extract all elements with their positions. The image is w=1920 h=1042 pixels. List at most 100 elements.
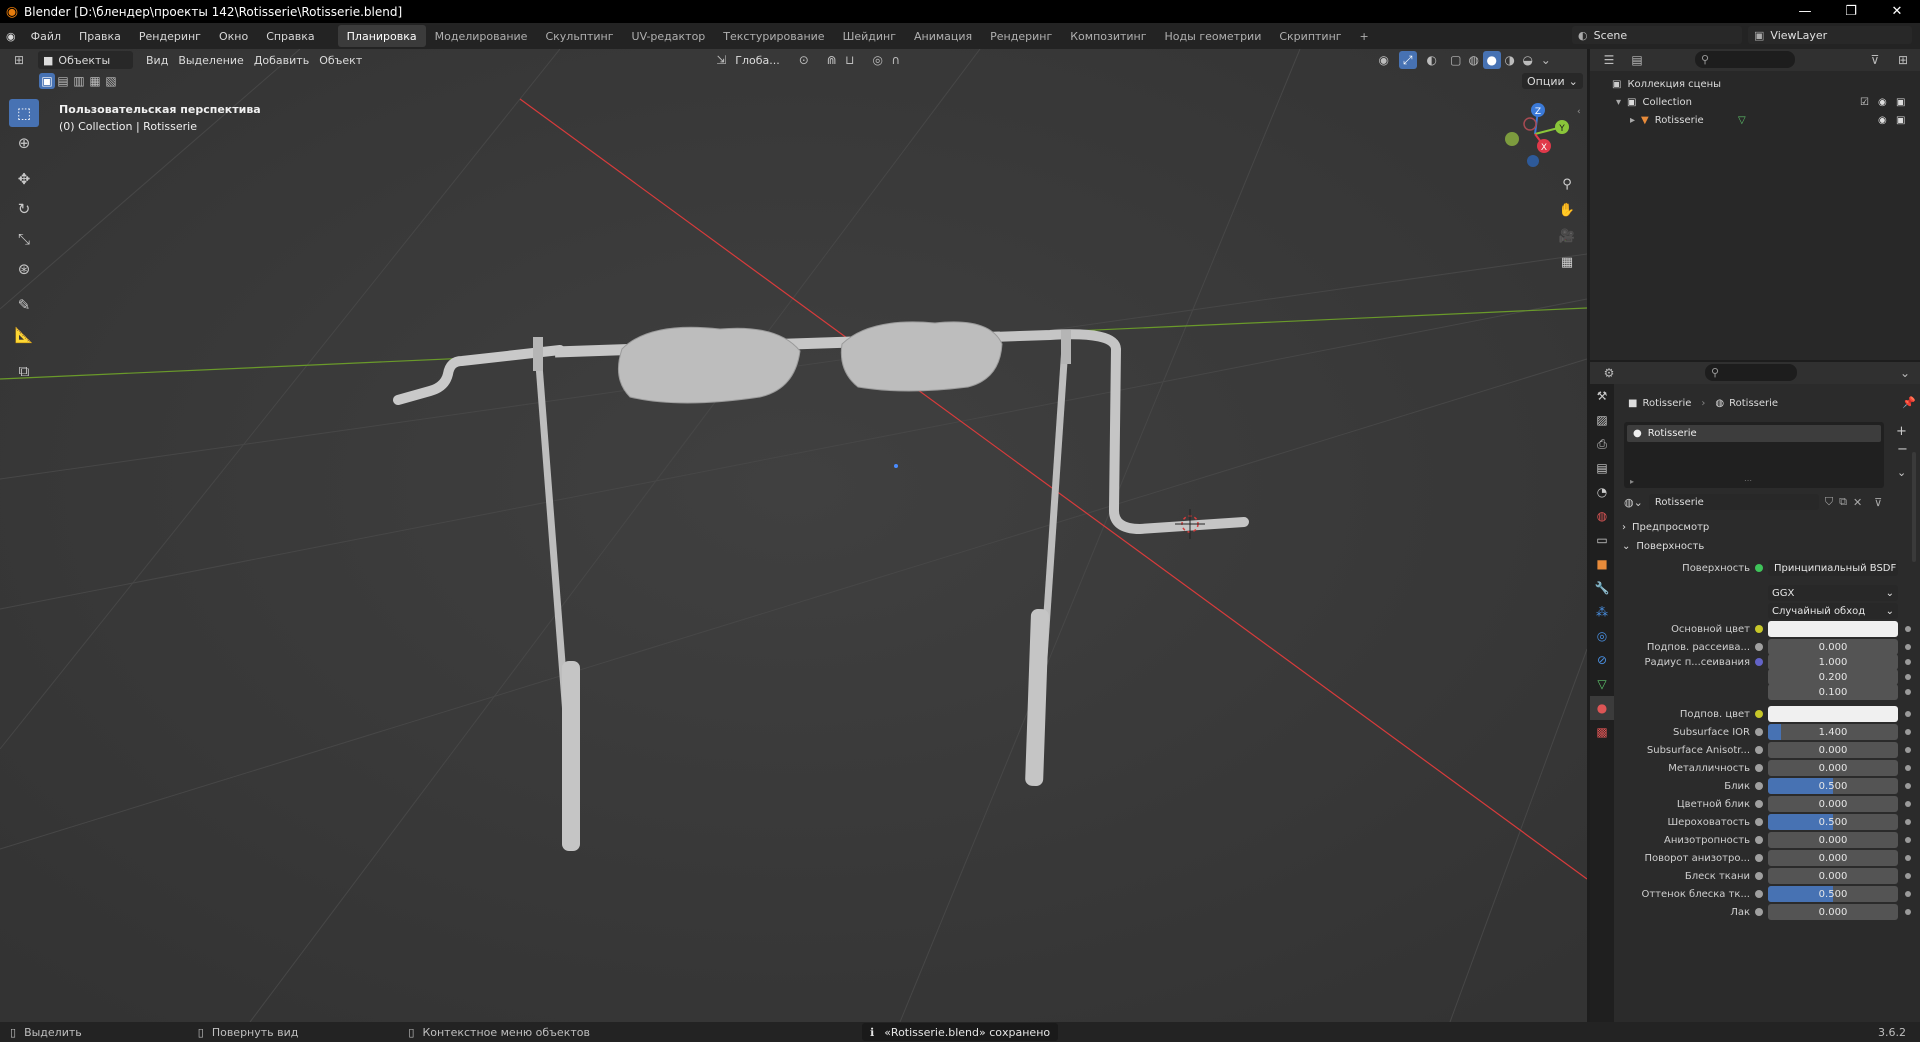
- material-slot-list[interactable]: ● Rotisserie ▸ ⋯: [1624, 422, 1884, 488]
- new-collection-icon[interactable]: ⊞: [1894, 51, 1912, 69]
- keyframe-dot-icon[interactable]: [1905, 689, 1911, 695]
- input-socket-icon[interactable]: [1755, 643, 1763, 651]
- expand-arrow-icon[interactable]: ▸: [1630, 115, 1635, 126]
- constraints-tab-icon[interactable]: ⊘: [1590, 648, 1614, 672]
- pan-hand-icon[interactable]: ✋: [1556, 199, 1578, 221]
- keyframe-dot-icon[interactable]: [1905, 711, 1911, 717]
- editor-type-icon[interactable]: ⊞: [10, 51, 28, 69]
- output-tab-icon[interactable]: ⎙: [1590, 432, 1614, 456]
- xray-toggle-icon[interactable]: ▢: [1447, 51, 1465, 69]
- keyframe-dot-icon[interactable]: [1905, 644, 1911, 650]
- input-socket-icon[interactable]: [1755, 728, 1763, 736]
- number-field[interactable]: 1.400: [1768, 724, 1898, 740]
- workspace-tab[interactable]: Скриптинг: [1270, 25, 1350, 47]
- perspective-toggle-icon[interactable]: ▦: [1556, 251, 1578, 273]
- camera-view-icon[interactable]: 🎥: [1556, 225, 1578, 247]
- keyframe-dot-icon[interactable]: [1905, 891, 1911, 897]
- view-layer-selector[interactable]: ▣ ViewLayer: [1748, 26, 1912, 44]
- input-socket-icon[interactable]: [1755, 800, 1763, 808]
- material-shading-icon[interactable]: ◑: [1501, 51, 1519, 69]
- keyframe-dot-icon[interactable]: [1905, 626, 1911, 632]
- menu-view[interactable]: Вид: [141, 51, 173, 69]
- number-field[interactable]: 0.000: [1768, 904, 1898, 920]
- keyframe-dot-icon[interactable]: [1905, 801, 1911, 807]
- input-socket-icon[interactable]: [1755, 746, 1763, 754]
- material-name-field[interactable]: Rotisserie: [1648, 494, 1819, 510]
- keyframe-dot-icon[interactable]: [1905, 819, 1911, 825]
- display-mode-icon[interactable]: ▤: [1628, 51, 1646, 69]
- number-field[interactable]: 0.000: [1768, 832, 1898, 848]
- transform-orientation-selector[interactable]: Глоба...: [730, 51, 784, 69]
- keyframe-dot-icon[interactable]: [1905, 729, 1911, 735]
- falloff-icon[interactable]: ∩: [887, 51, 905, 69]
- keyframe-dot-icon[interactable]: [1905, 659, 1911, 665]
- view-layer-tab-icon[interactable]: ▤: [1590, 456, 1614, 480]
- annotate-tool-icon[interactable]: ✎: [9, 291, 39, 319]
- minimize-button[interactable]: —: [1782, 0, 1828, 23]
- input-socket-icon[interactable]: [1755, 782, 1763, 790]
- scene-selector[interactable]: ◐ Scene: [1572, 26, 1742, 44]
- gizmo-neg-z-icon[interactable]: [1527, 155, 1539, 167]
- expand-arrow-icon[interactable]: ▾: [1616, 97, 1621, 108]
- properties-scrollbar[interactable]: [1912, 452, 1916, 562]
- input-socket-icon[interactable]: [1755, 658, 1763, 666]
- workspace-tab[interactable]: Анимация: [905, 25, 981, 47]
- modifiers-tab-icon[interactable]: 🔧: [1590, 576, 1614, 600]
- gizmo-toggle-icon[interactable]: ⤢: [1398, 51, 1417, 69]
- workspace-tab[interactable]: Скульптинг: [536, 25, 622, 47]
- workspace-tab[interactable]: Рендеринг: [981, 25, 1061, 47]
- gizmo-neg-y-icon[interactable]: [1505, 132, 1519, 146]
- physics-tab-icon[interactable]: ◎: [1590, 624, 1614, 648]
- select-intersect-icon[interactable]: ▧: [103, 73, 119, 89]
- snap-target-icon[interactable]: ⊔: [841, 51, 859, 69]
- proportional-edit-icon[interactable]: ◎: [869, 51, 887, 69]
- wireframe-shading-icon[interactable]: ◍: [1465, 51, 1483, 69]
- menu-select[interactable]: Выделение: [173, 51, 249, 69]
- workspace-tab[interactable]: Композитинг: [1061, 25, 1155, 47]
- input-socket-icon[interactable]: [1755, 818, 1763, 826]
- close-button[interactable]: ✕: [1874, 0, 1920, 23]
- eye-icon[interactable]: ◉: [1878, 115, 1887, 126]
- workspace-tab[interactable]: Шейдинг: [834, 25, 905, 47]
- camera-icon[interactable]: ▣: [1896, 115, 1905, 126]
- select-new-icon[interactable]: ▣: [39, 73, 55, 89]
- transform-tool-icon[interactable]: ⊛: [9, 255, 39, 283]
- menu-file[interactable]: Файл: [22, 23, 70, 49]
- workspace-tab[interactable]: UV-редактор: [623, 25, 715, 47]
- properties-options-icon[interactable]: ⌄: [1896, 364, 1914, 382]
- measure-tool-icon[interactable]: 📐: [9, 321, 39, 349]
- camera-icon[interactable]: ▣: [1896, 97, 1905, 108]
- preview-panel-header[interactable]: › Предпросмотр: [1618, 518, 1920, 536]
- solid-shading-icon[interactable]: ●: [1482, 51, 1501, 69]
- move-tool-icon[interactable]: ✥: [9, 165, 39, 193]
- outliner-editor-type-icon[interactable]: ☰: [1600, 51, 1618, 69]
- collection-tab-icon[interactable]: ▭: [1590, 528, 1614, 552]
- 3d-viewport[interactable]: ⊞ ■ Объекты Вид Выделение Добавить Объек…: [0, 49, 1587, 1022]
- pivot-icon[interactable]: ⊙: [795, 51, 813, 69]
- keyframe-dot-icon[interactable]: [1905, 873, 1911, 879]
- number-field[interactable]: 0.100: [1768, 684, 1898, 700]
- input-socket-icon[interactable]: [1755, 908, 1763, 916]
- remove-slot-icon[interactable]: −: [1897, 442, 1908, 457]
- maximize-button[interactable]: ❐: [1828, 0, 1874, 23]
- particles-tab-icon[interactable]: ⁂: [1590, 600, 1614, 624]
- slot-menu-icon[interactable]: ⌄: [1897, 466, 1906, 479]
- keyframe-dot-icon[interactable]: [1905, 909, 1911, 915]
- distribution-selector[interactable]: GGX ⌄: [1768, 585, 1898, 601]
- color-swatch[interactable]: [1768, 621, 1898, 637]
- tool-tab-icon[interactable]: ⚒: [1590, 384, 1614, 408]
- scale-tool-icon[interactable]: ⤡: [9, 225, 39, 253]
- menu-edit[interactable]: Правка: [70, 23, 130, 49]
- workspace-tab[interactable]: Планировка: [337, 25, 426, 47]
- status-report[interactable]: ℹ «Rotisserie.blend» сохранено: [862, 1023, 1059, 1041]
- add-cube-tool-icon[interactable]: ⧉: [9, 357, 39, 385]
- workspace-tab[interactable]: Моделирование: [426, 25, 537, 47]
- workspace-tab[interactable]: Текстурирование: [714, 25, 833, 47]
- menu-render[interactable]: Рендеринг: [130, 23, 210, 49]
- input-socket-icon[interactable]: [1755, 872, 1763, 880]
- select-extend-icon[interactable]: ▤: [55, 73, 71, 89]
- color-swatch[interactable]: [1768, 706, 1898, 722]
- number-field[interactable]: 0.000: [1768, 868, 1898, 884]
- number-field[interactable]: 0.500: [1768, 886, 1898, 902]
- subsurface-method-selector[interactable]: Случайный обход ⌄: [1768, 603, 1898, 619]
